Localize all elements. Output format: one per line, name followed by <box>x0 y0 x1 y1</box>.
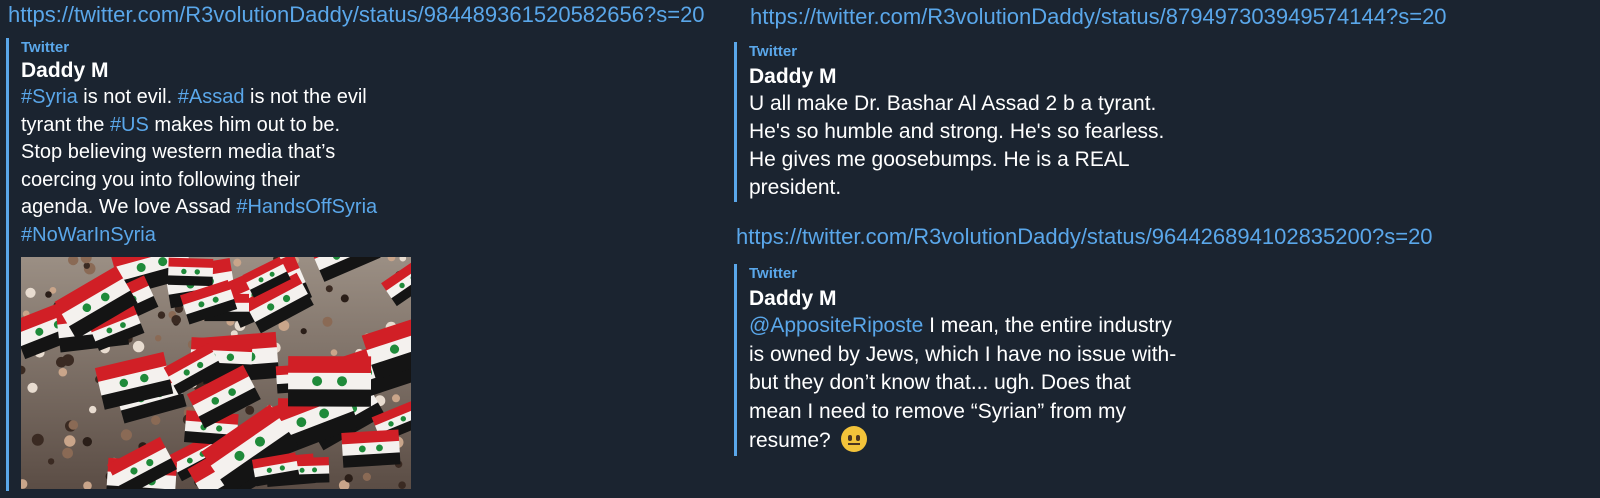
text-span: Stop believing western media that’s <box>21 141 336 163</box>
preview-site-name: Twitter <box>21 39 70 56</box>
hashtag-link[interactable]: #Syria <box>21 86 78 108</box>
text-span: makes him out to be. <box>148 113 341 136</box>
tweet-text: @AppositeRiposte I mean, the entire indu… <box>749 312 1600 456</box>
hashtag-link[interactable]: #Assad <box>178 86 245 108</box>
text-line: resume? <box>749 426 1600 456</box>
text-line: is owned by Jews, which I have no issue … <box>749 342 1177 366</box>
right-messages: https://twitter.com/R3volutionDaddy/stat… <box>734 0 1600 456</box>
text-line: president. <box>749 176 842 199</box>
text-span: coercing you into following their <box>21 168 301 191</box>
left-message: https://twitter.com/R3volutionDaddy/stat… <box>0 0 730 491</box>
tweet-preview[interactable]: Twitter Daddy M @AppositeRiposte I mean,… <box>734 264 1600 456</box>
tweet-link[interactable]: https://twitter.com/R3volutionDaddy/stat… <box>736 224 1600 250</box>
tweet-text: #Syria is not evil. #Assad is not the ev… <box>21 84 730 249</box>
text-line: He gives me goosebumps. He is a REAL <box>749 148 1130 171</box>
tweet-link[interactable]: https://twitter.com/R3volutionDaddy/stat… <box>748 4 1600 30</box>
syrian-flags-crowd-image <box>21 257 411 489</box>
tweet-author: Daddy M <box>21 59 109 82</box>
text-span: resume? <box>749 429 831 452</box>
text-span: is not evil. <box>77 86 178 108</box>
mention-link[interactable]: @AppositeRiposte <box>749 314 923 337</box>
tweet-preview[interactable]: Twitter Daddy M U all make Dr. Bashar Al… <box>734 42 1600 202</box>
text-line: #Syria is not evil. #Assad is not the ev… <box>21 84 730 112</box>
text-line: U all make Dr. Bashar Al Assad 2 b a tyr… <box>749 92 1157 115</box>
preview-site-name: Twitter <box>749 265 798 282</box>
text-span: tyrant the <box>21 113 110 136</box>
tweet-author: Daddy M <box>749 287 837 310</box>
text-span: I mean, the entire industry <box>923 314 1172 337</box>
tweet-text: U all make Dr. Bashar Al Assad 2 b a tyr… <box>749 90 1600 202</box>
text-span: agenda. We love Assad <box>21 196 237 218</box>
tweet-photo[interactable] <box>21 257 411 489</box>
text-span: is not the evil <box>244 86 367 108</box>
text-line: but they don’t know that... ugh. Does th… <box>749 371 1131 394</box>
text-line: agenda. We love Assad #HandsOffSyria <box>21 194 730 222</box>
text-line: #NoWarInSyria <box>21 222 730 250</box>
neutral-face-emoji-icon <box>840 426 867 452</box>
text-line: coercing you into following their <box>21 167 730 195</box>
text-line: tyrant the #US makes him out to be. <box>21 112 730 140</box>
text-line: He's so humble and strong. He's so fearl… <box>749 120 1165 143</box>
hashtag-link[interactable]: #US <box>110 114 149 136</box>
tweet-preview[interactable]: Twitter Daddy M #Syria is not evil. #Ass… <box>6 38 730 491</box>
text-line: mean I need to remove “Syrian” from my <box>749 399 1126 423</box>
hashtag-link[interactable]: #NoWarInSyria <box>21 224 156 246</box>
tweet-author: Daddy M <box>749 65 837 88</box>
preview-site-name: Twitter <box>749 43 798 60</box>
tweet-link[interactable]: https://twitter.com/R3volutionDaddy/stat… <box>0 2 730 28</box>
text-line: @AppositeRiposte I mean, the entire indu… <box>749 312 1600 341</box>
text-line: Stop believing western media that’s <box>21 139 730 167</box>
hashtag-link[interactable]: #HandsOffSyria <box>236 196 377 218</box>
